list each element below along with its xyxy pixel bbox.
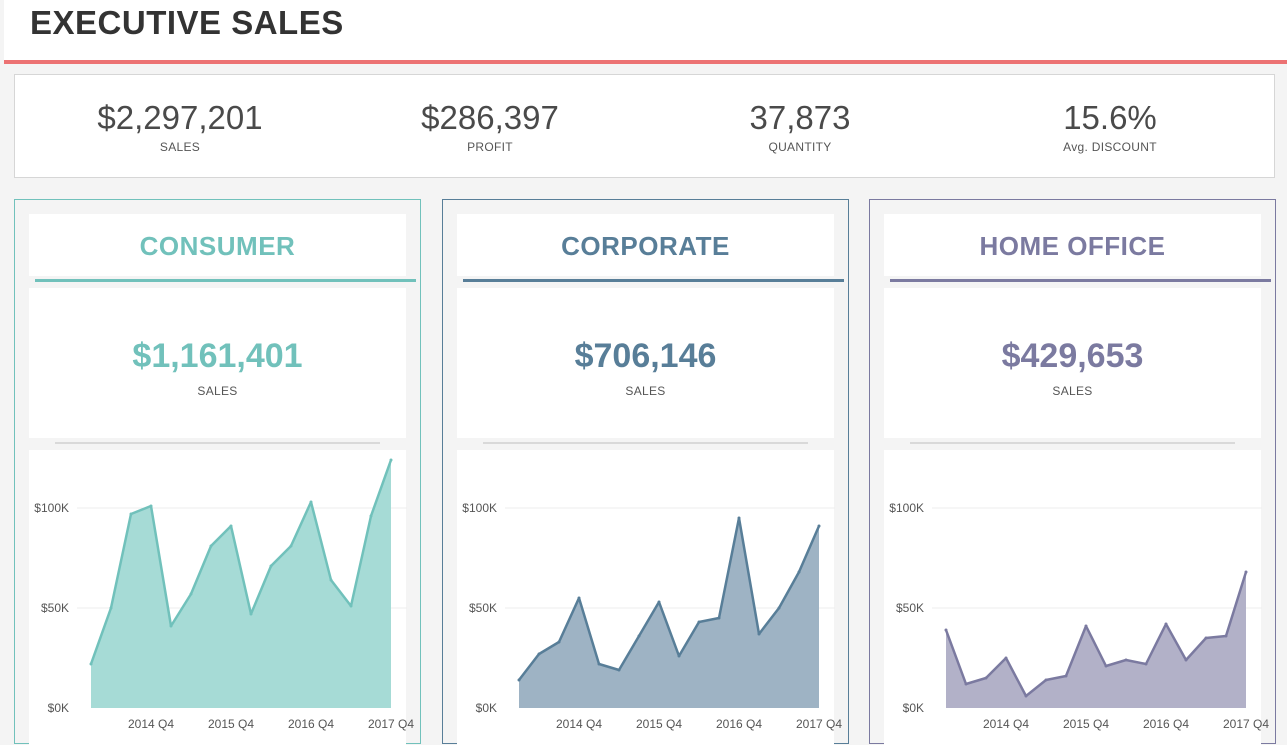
y-tick-label: $0K (903, 701, 924, 715)
data-point (1164, 622, 1168, 626)
x-tick-label: 2014 Q4 (983, 717, 1029, 731)
data-point (817, 524, 821, 528)
data-point (249, 612, 253, 616)
data-point (964, 682, 968, 686)
data-point (1044, 678, 1048, 682)
dashboard-header: EXECUTIVE SALES (4, 0, 1287, 64)
kpi-discount-label: Avg. DISCOUNT (1063, 140, 1157, 154)
x-tick-label: 2017 Q4 (368, 717, 414, 731)
kpi-quantity[interactable]: 37,873 QUANTITY (680, 99, 920, 154)
data-point (597, 662, 601, 666)
area-chart-svg[interactable]: $100K $50K $0K 2014 Q4 2015 Q4 2016 Q4 2017 Q4 (870, 200, 1277, 745)
segment-panel-consumer: CONSUMER $1,161,401 SALES $100K $50K $0K 20… (14, 199, 421, 745)
area-chart-svg[interactable]: $100K $50K $0K 2014 Q4 2015 Q4 2016 Q4 2017 Q4 (443, 200, 850, 745)
kpi-sales-value: $2,297,201 (97, 99, 263, 136)
kpi-sales-label: SALES (159, 140, 201, 154)
x-tick-label: 2017 Q4 (1223, 717, 1269, 731)
data-point (1224, 634, 1228, 638)
data-point (289, 544, 293, 548)
area-chart-svg[interactable]: $100K $50K $0K 2014 Q4 2015 Q4 2016 Q4 2017 Q4 (15, 200, 422, 745)
y-tick-label: $0K (476, 701, 497, 715)
kpi-quantity-value: 37,873 (749, 99, 851, 136)
kpi-profit-value: $286,397 (421, 99, 559, 136)
segment-panel-corporate: CORPORATE $706,146 SALES $100K $50K $0K 201… (442, 199, 849, 745)
y-tick-label: $100K (34, 501, 69, 515)
data-point (229, 524, 233, 528)
area-fill (946, 572, 1246, 708)
segment-sales-chart[interactable]: $100K $50K $0K 2014 Q4 2015 Q4 2016 Q4 2017 Q4 (457, 450, 842, 745)
data-point (189, 592, 193, 596)
data-point (577, 596, 581, 600)
y-tick-label: $100K (889, 501, 924, 515)
data-point (89, 662, 93, 666)
y-tick-label: $0K (48, 701, 69, 715)
segment-panel-home-office: HOME OFFICE $429,653 SALES $100K $50K $0K 2… (869, 199, 1276, 745)
x-tick-label: 2016 Q4 (1143, 717, 1189, 731)
data-point (697, 620, 701, 624)
data-point (617, 668, 621, 672)
kpi-profit-label: PROFIT (467, 140, 513, 154)
x-tick-label: 2014 Q4 (128, 717, 174, 731)
data-point (757, 632, 761, 636)
data-point (389, 458, 393, 462)
data-point (129, 512, 133, 516)
segment-sales-chart[interactable]: $100K $50K $0K 2014 Q4 2015 Q4 2016 Q4 2017 Q4 (884, 450, 1269, 745)
segment-sales-chart[interactable]: $100K $50K $0K 2014 Q4 2015 Q4 2016 Q4 2017 Q4 (29, 450, 414, 745)
kpi-discount-value: 15.6% (1063, 99, 1157, 136)
data-point (517, 678, 521, 682)
data-point (797, 570, 801, 574)
data-point (944, 628, 948, 632)
data-point (1064, 674, 1068, 678)
data-point (1084, 624, 1088, 628)
x-tick-label: 2015 Q4 (636, 717, 682, 731)
data-point (657, 600, 661, 604)
data-point (1244, 570, 1248, 574)
data-point (149, 504, 153, 508)
data-point (109, 606, 113, 610)
data-point (269, 564, 273, 568)
kpi-summary-bar: $2,297,201 SALES $286,397 PROFIT 37,873 … (14, 74, 1275, 178)
y-tick-label: $100K (462, 501, 497, 515)
data-point (557, 640, 561, 644)
y-tick-label: $50K (469, 601, 497, 615)
data-point (1024, 694, 1028, 698)
y-tick-label: $50K (41, 601, 69, 615)
data-point (209, 544, 213, 548)
kpi-sales[interactable]: $2,297,201 SALES (60, 99, 300, 154)
kpi-profit[interactable]: $286,397 PROFIT (370, 99, 610, 154)
data-point (329, 578, 333, 582)
data-point (677, 654, 681, 658)
kpi-discount[interactable]: 15.6% Avg. DISCOUNT (990, 99, 1230, 154)
kpi-quantity-label: QUANTITY (768, 140, 832, 154)
x-tick-label: 2016 Q4 (288, 717, 334, 731)
data-point (1104, 664, 1108, 668)
data-point (637, 634, 641, 638)
data-point (369, 514, 373, 518)
data-point (777, 606, 781, 610)
data-point (737, 516, 741, 520)
x-tick-label: 2016 Q4 (716, 717, 762, 731)
x-tick-label: 2015 Q4 (1063, 717, 1109, 731)
data-point (1184, 658, 1188, 662)
data-point (1144, 662, 1148, 666)
data-point (1004, 656, 1008, 660)
x-tick-label: 2015 Q4 (208, 717, 254, 731)
data-point (309, 500, 313, 504)
x-tick-label: 2014 Q4 (556, 717, 602, 731)
page-title: EXECUTIVE SALES (30, 4, 344, 41)
data-point (1204, 636, 1208, 640)
y-tick-label: $50K (896, 601, 924, 615)
data-point (717, 616, 721, 620)
data-point (984, 676, 988, 680)
data-point (169, 624, 173, 628)
x-tick-label: 2017 Q4 (796, 717, 842, 731)
area-fill (91, 460, 391, 708)
data-point (349, 604, 353, 608)
data-point (537, 652, 541, 656)
data-point (1124, 658, 1128, 662)
